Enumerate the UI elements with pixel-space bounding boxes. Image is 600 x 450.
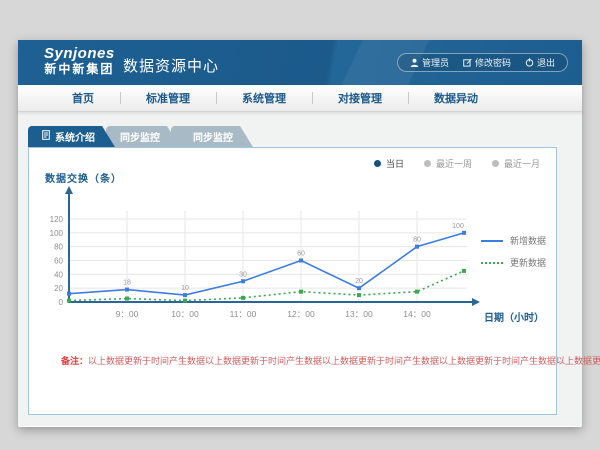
footnote: 备注：以上数据更新于时间产生数据以上数据更新于时间产生数据以上数据更新于时间产生… (61, 354, 600, 367)
x-axis-title: 日期（小时） (484, 309, 544, 324)
date-range-filter: 当日 最近一周 最近一月 (374, 157, 540, 170)
radio-today[interactable]: 当日 (374, 157, 404, 170)
svg-text:100: 100 (50, 229, 64, 238)
line-chart: 0 20 40 60 80 100 120 9：00 10：00 11：00 12：00 13：00 1… (39, 184, 544, 334)
chart-legend: 新增数据 更新数据 (481, 234, 546, 269)
tab-sync-monitor-1[interactable]: 同步监控 (106, 126, 180, 147)
change-password-label: 修改密码 (475, 56, 511, 69)
logout-label: 退出 (537, 56, 555, 69)
user-icon (410, 58, 419, 67)
legend-dotted-swatch (481, 262, 503, 264)
document-icon (42, 130, 50, 143)
radio-label: 最近一周 (436, 157, 472, 170)
legend-line-swatch (481, 240, 503, 242)
svg-text:80: 80 (413, 237, 421, 244)
nav-item-home[interactable]: 首页 (46, 90, 120, 106)
logout-button[interactable]: 退出 (525, 56, 555, 69)
radio-last-week[interactable]: 最近一周 (424, 157, 472, 170)
svg-text:11：00: 11：00 (230, 309, 257, 319)
tab-system-intro[interactable]: 系统介绍 (28, 126, 115, 147)
current-user[interactable]: 管理员 (410, 56, 449, 69)
svg-text:12：00: 12：00 (287, 309, 315, 319)
legend-item-new-data: 新增数据 (481, 234, 546, 247)
radio-last-month[interactable]: 最近一月 (492, 157, 540, 170)
legend-label: 新增数据 (510, 234, 546, 247)
tab-sync-monitor-2[interactable]: 同步监控 (171, 126, 253, 147)
svg-text:120: 120 (50, 215, 64, 224)
svg-text:40: 40 (54, 270, 63, 279)
svg-text:100: 100 (452, 223, 464, 230)
svg-text:10：00: 10：00 (171, 309, 199, 319)
app-header: Synjones 新中新集团 数据资源中心 管理员 修改密码 (18, 40, 582, 85)
legend-item-update-data: 更新数据 (481, 256, 546, 269)
svg-text:60: 60 (297, 251, 305, 258)
svg-text:9：00: 9：00 (116, 309, 139, 319)
nav-item-standard-mgmt[interactable]: 标准管理 (120, 90, 216, 106)
radio-dot-icon (424, 160, 431, 167)
page-title: 数据资源中心 (123, 55, 219, 76)
svg-text:60: 60 (54, 257, 63, 266)
logo-text-en: Synjones (44, 45, 115, 62)
user-toolbar: 管理员 修改密码 退出 (397, 53, 568, 72)
radio-label: 最近一月 (504, 157, 540, 170)
svg-text:0: 0 (59, 298, 64, 307)
chart-panel: 当日 最近一周 最近一月 数据交换（条） 0 20 40 60 80 100 120 9：00… (28, 147, 557, 415)
svg-text:10: 10 (181, 285, 189, 292)
company-logo: Synjones 新中新集团 (44, 45, 115, 77)
radio-label: 当日 (386, 157, 404, 170)
page-background: Synjones 新中新集团 数据资源中心 管理员 修改密码 (0, 0, 600, 450)
user-name-label: 管理员 (422, 56, 449, 69)
svg-text:18: 18 (123, 280, 131, 287)
svg-text:13：00: 13：00 (345, 309, 373, 319)
svg-text:20: 20 (54, 284, 63, 293)
legend-label: 更新数据 (510, 256, 546, 269)
footnote-label: 备注： (61, 356, 88, 366)
radio-dot-icon (492, 160, 499, 167)
main-nav: 首页 标准管理 系统管理 对接管理 数据异动 (18, 85, 582, 112)
power-icon (525, 58, 534, 67)
edit-pencil-icon (463, 58, 472, 67)
tab-label: 同步监控 (193, 129, 233, 144)
nav-item-integration-mgmt[interactable]: 对接管理 (312, 90, 408, 106)
nav-item-data-change[interactable]: 数据异动 (408, 90, 504, 106)
svg-text:20: 20 (355, 278, 363, 285)
radio-dot-icon (374, 160, 381, 167)
footnote-text: 以上数据更新于时间产生数据以上数据更新于时间产生数据以上数据更新于时间产生数据以… (88, 356, 600, 366)
content-area: 系统介绍 同步监控 同步监控 当日 最近一 (18, 112, 582, 426)
app-window: Synjones 新中新集团 数据资源中心 管理员 修改密码 (18, 40, 582, 427)
svg-text:14：00: 14：00 (403, 309, 431, 319)
nav-item-system-mgmt[interactable]: 系统管理 (216, 90, 312, 106)
change-password-button[interactable]: 修改密码 (463, 56, 511, 69)
svg-text:30: 30 (239, 271, 247, 278)
logo-text-cn: 新中新集团 (44, 62, 115, 77)
y-axis-title: 数据交换（条） (45, 170, 122, 185)
svg-text:80: 80 (54, 243, 63, 252)
tab-label: 系统介绍 (55, 129, 95, 144)
tab-label: 同步监控 (120, 129, 160, 144)
tab-bar: 系统介绍 同步监控 同步监控 (28, 126, 253, 147)
